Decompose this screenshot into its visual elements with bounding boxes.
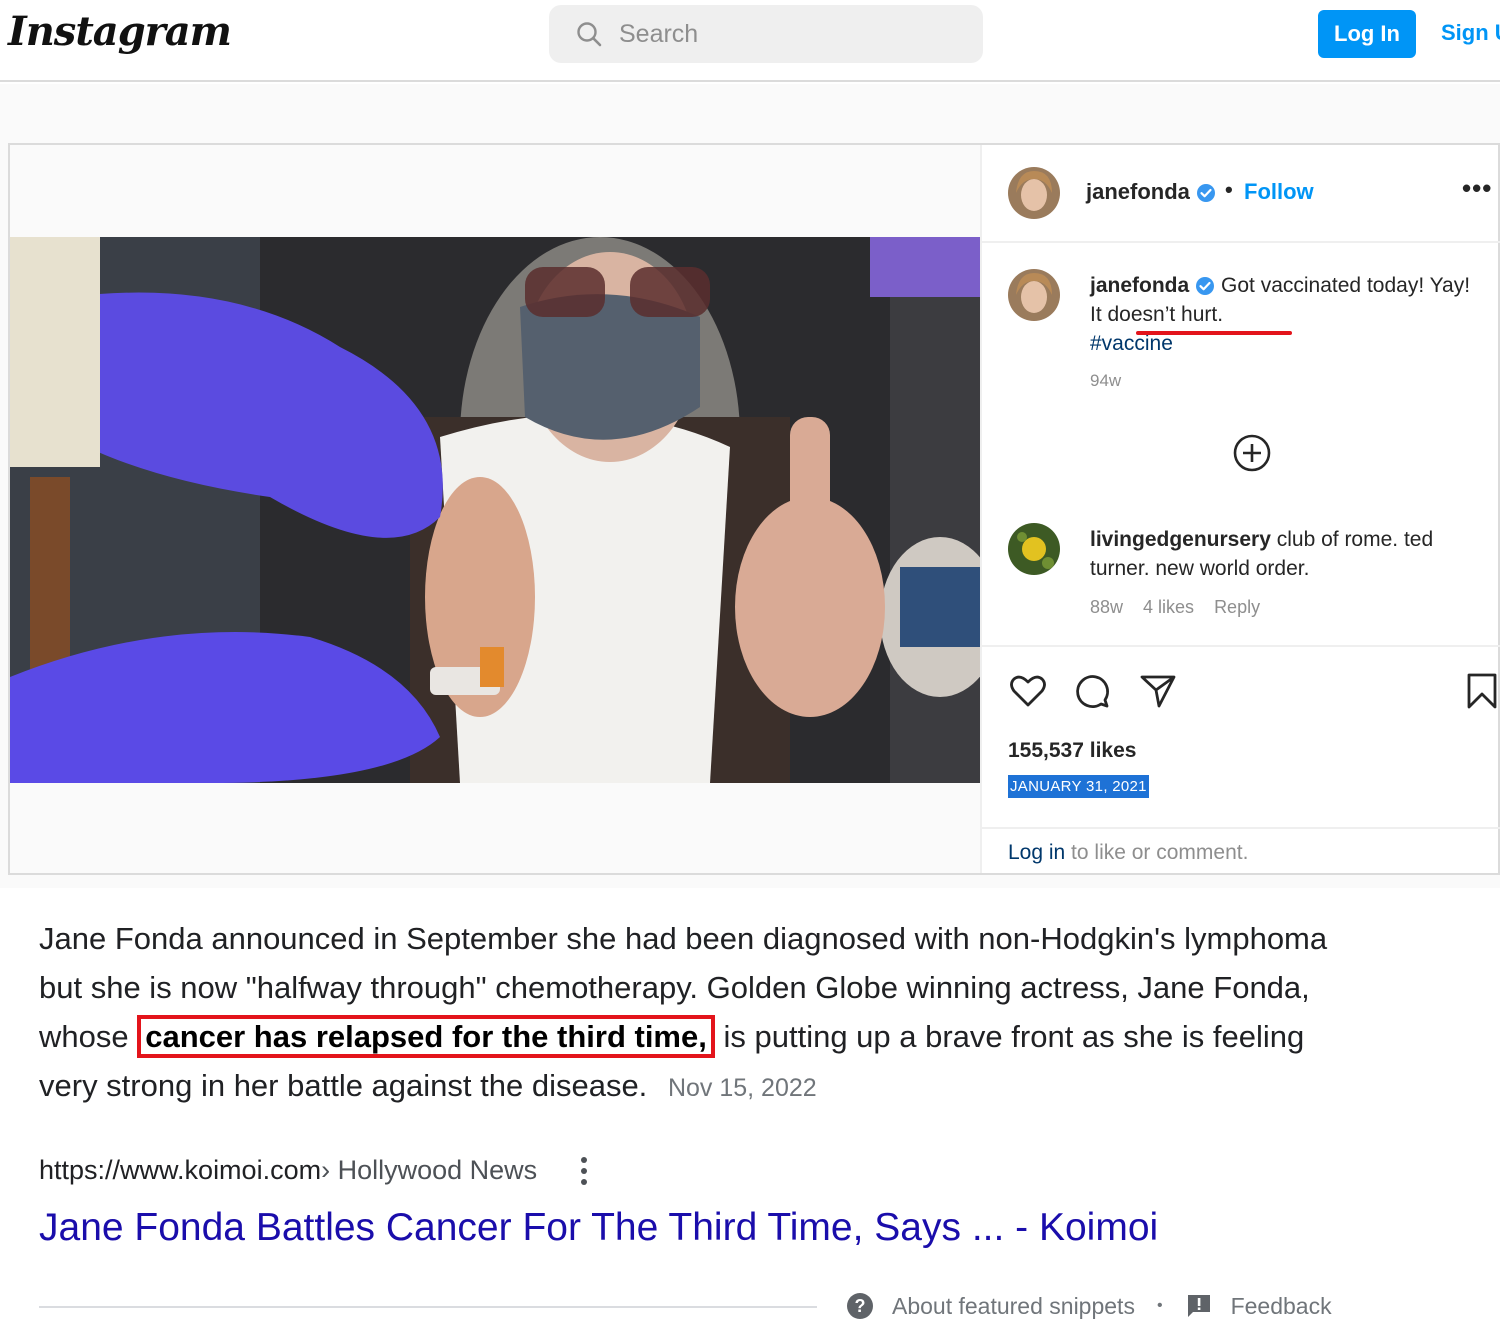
login-prompt-text: to like or comment. (1065, 841, 1249, 864)
verified-icon (1196, 277, 1215, 296)
result-citation: https://www.koimoi.com › Hollywood News (39, 1155, 589, 1186)
post-actions: 155,537 likes JANUARY 31, 2021 Log in to… (982, 645, 1500, 873)
featured-snippet-text: Jane Fonda announced in September she ha… (39, 914, 1359, 1113)
instagram-logo[interactable]: Instagram (8, 8, 232, 55)
comment-meta: 88w 4 likes Reply (1090, 597, 1260, 618)
more-options-icon[interactable]: ••• (1462, 173, 1492, 204)
instagram-topbar: Instagram Search Log In Sign U (0, 0, 1500, 82)
hashtag-link[interactable]: #vaccine (1090, 332, 1173, 355)
search-placeholder: Search (619, 19, 699, 48)
result-breadcrumb[interactable]: › Hollywood News (321, 1155, 537, 1186)
verified-icon (1196, 184, 1215, 203)
result-title-link[interactable]: Jane Fonda Battles Cancer For The Third … (39, 1206, 1158, 1250)
divider (39, 1306, 817, 1308)
snippet-footer: ? About featured snippets • Feedback (846, 1292, 1332, 1319)
caption-username[interactable]: janefonda (1090, 274, 1189, 297)
login-link[interactable]: Log in (1008, 841, 1065, 864)
post-photo[interactable] (10, 237, 980, 783)
post-date[interactable]: JANUARY 31, 2021 (1008, 775, 1149, 798)
share-icon[interactable] (1138, 671, 1178, 711)
comment-text: livingedgenursery club of rome. ted turn… (1090, 525, 1470, 583)
snippet-date: Nov 15, 2022 (667, 1074, 817, 1102)
search-icon (577, 22, 602, 47)
comment-time[interactable]: 88w (1090, 597, 1123, 618)
help-icon: ? (847, 1293, 873, 1319)
follow-button[interactable]: Follow (1244, 179, 1314, 205)
about-snippets-link[interactable]: About featured snippets (892, 1293, 1135, 1319)
likes-count[interactable]: 155,537 likes (1008, 739, 1136, 763)
commenter-username[interactable]: livingedgenursery (1090, 528, 1271, 551)
author-avatar[interactable] (1008, 167, 1060, 219)
header-separator: • (1225, 177, 1233, 202)
commenter-avatar[interactable] (1008, 523, 1060, 575)
caption-body: Got vaccinated today! Yay! (1221, 274, 1471, 297)
add-circle-icon[interactable] (1232, 433, 1272, 473)
bookmark-icon[interactable] (1462, 671, 1500, 711)
reply-button[interactable]: Reply (1214, 597, 1260, 618)
result-url[interactable]: https://www.koimoi.com (39, 1155, 321, 1186)
search-box[interactable]: Search (549, 5, 983, 63)
signup-link[interactable]: Sign U (1441, 20, 1500, 46)
post-media-area (10, 145, 980, 873)
footer-separator: • (1156, 1297, 1163, 1314)
highlighted-phrase: cancer has relapsed for the third time, (137, 1015, 715, 1058)
red-underline-annotation (1136, 331, 1292, 335)
post-sidebar: janefonda • Follow ••• janefonda Got vac… (980, 145, 1500, 873)
comment-icon[interactable] (1072, 671, 1112, 711)
feedback-link[interactable]: Feedback (1231, 1293, 1332, 1319)
svg-text:?: ? (855, 1296, 866, 1316)
feedback-icon (1187, 1295, 1210, 1317)
caption-text: janefonda Got vaccinated today! Yay! It … (1090, 271, 1480, 358)
caption-avatar[interactable] (1008, 269, 1060, 321)
result-menu-icon[interactable] (581, 1156, 589, 1185)
caption-time[interactable]: 94w (1090, 371, 1121, 391)
comment-likes[interactable]: 4 likes (1143, 597, 1194, 618)
login-prompt: Log in to like or comment. (982, 827, 1500, 875)
author-username[interactable]: janefonda (1086, 179, 1216, 205)
instagram-post: janefonda • Follow ••• janefonda Got vac… (8, 143, 1500, 875)
caption-underlined: It doesn’t hurt. (1090, 303, 1224, 326)
login-button[interactable]: Log In (1318, 10, 1416, 58)
post-header: janefonda • Follow ••• (982, 145, 1500, 243)
heart-icon[interactable] (1008, 671, 1048, 711)
